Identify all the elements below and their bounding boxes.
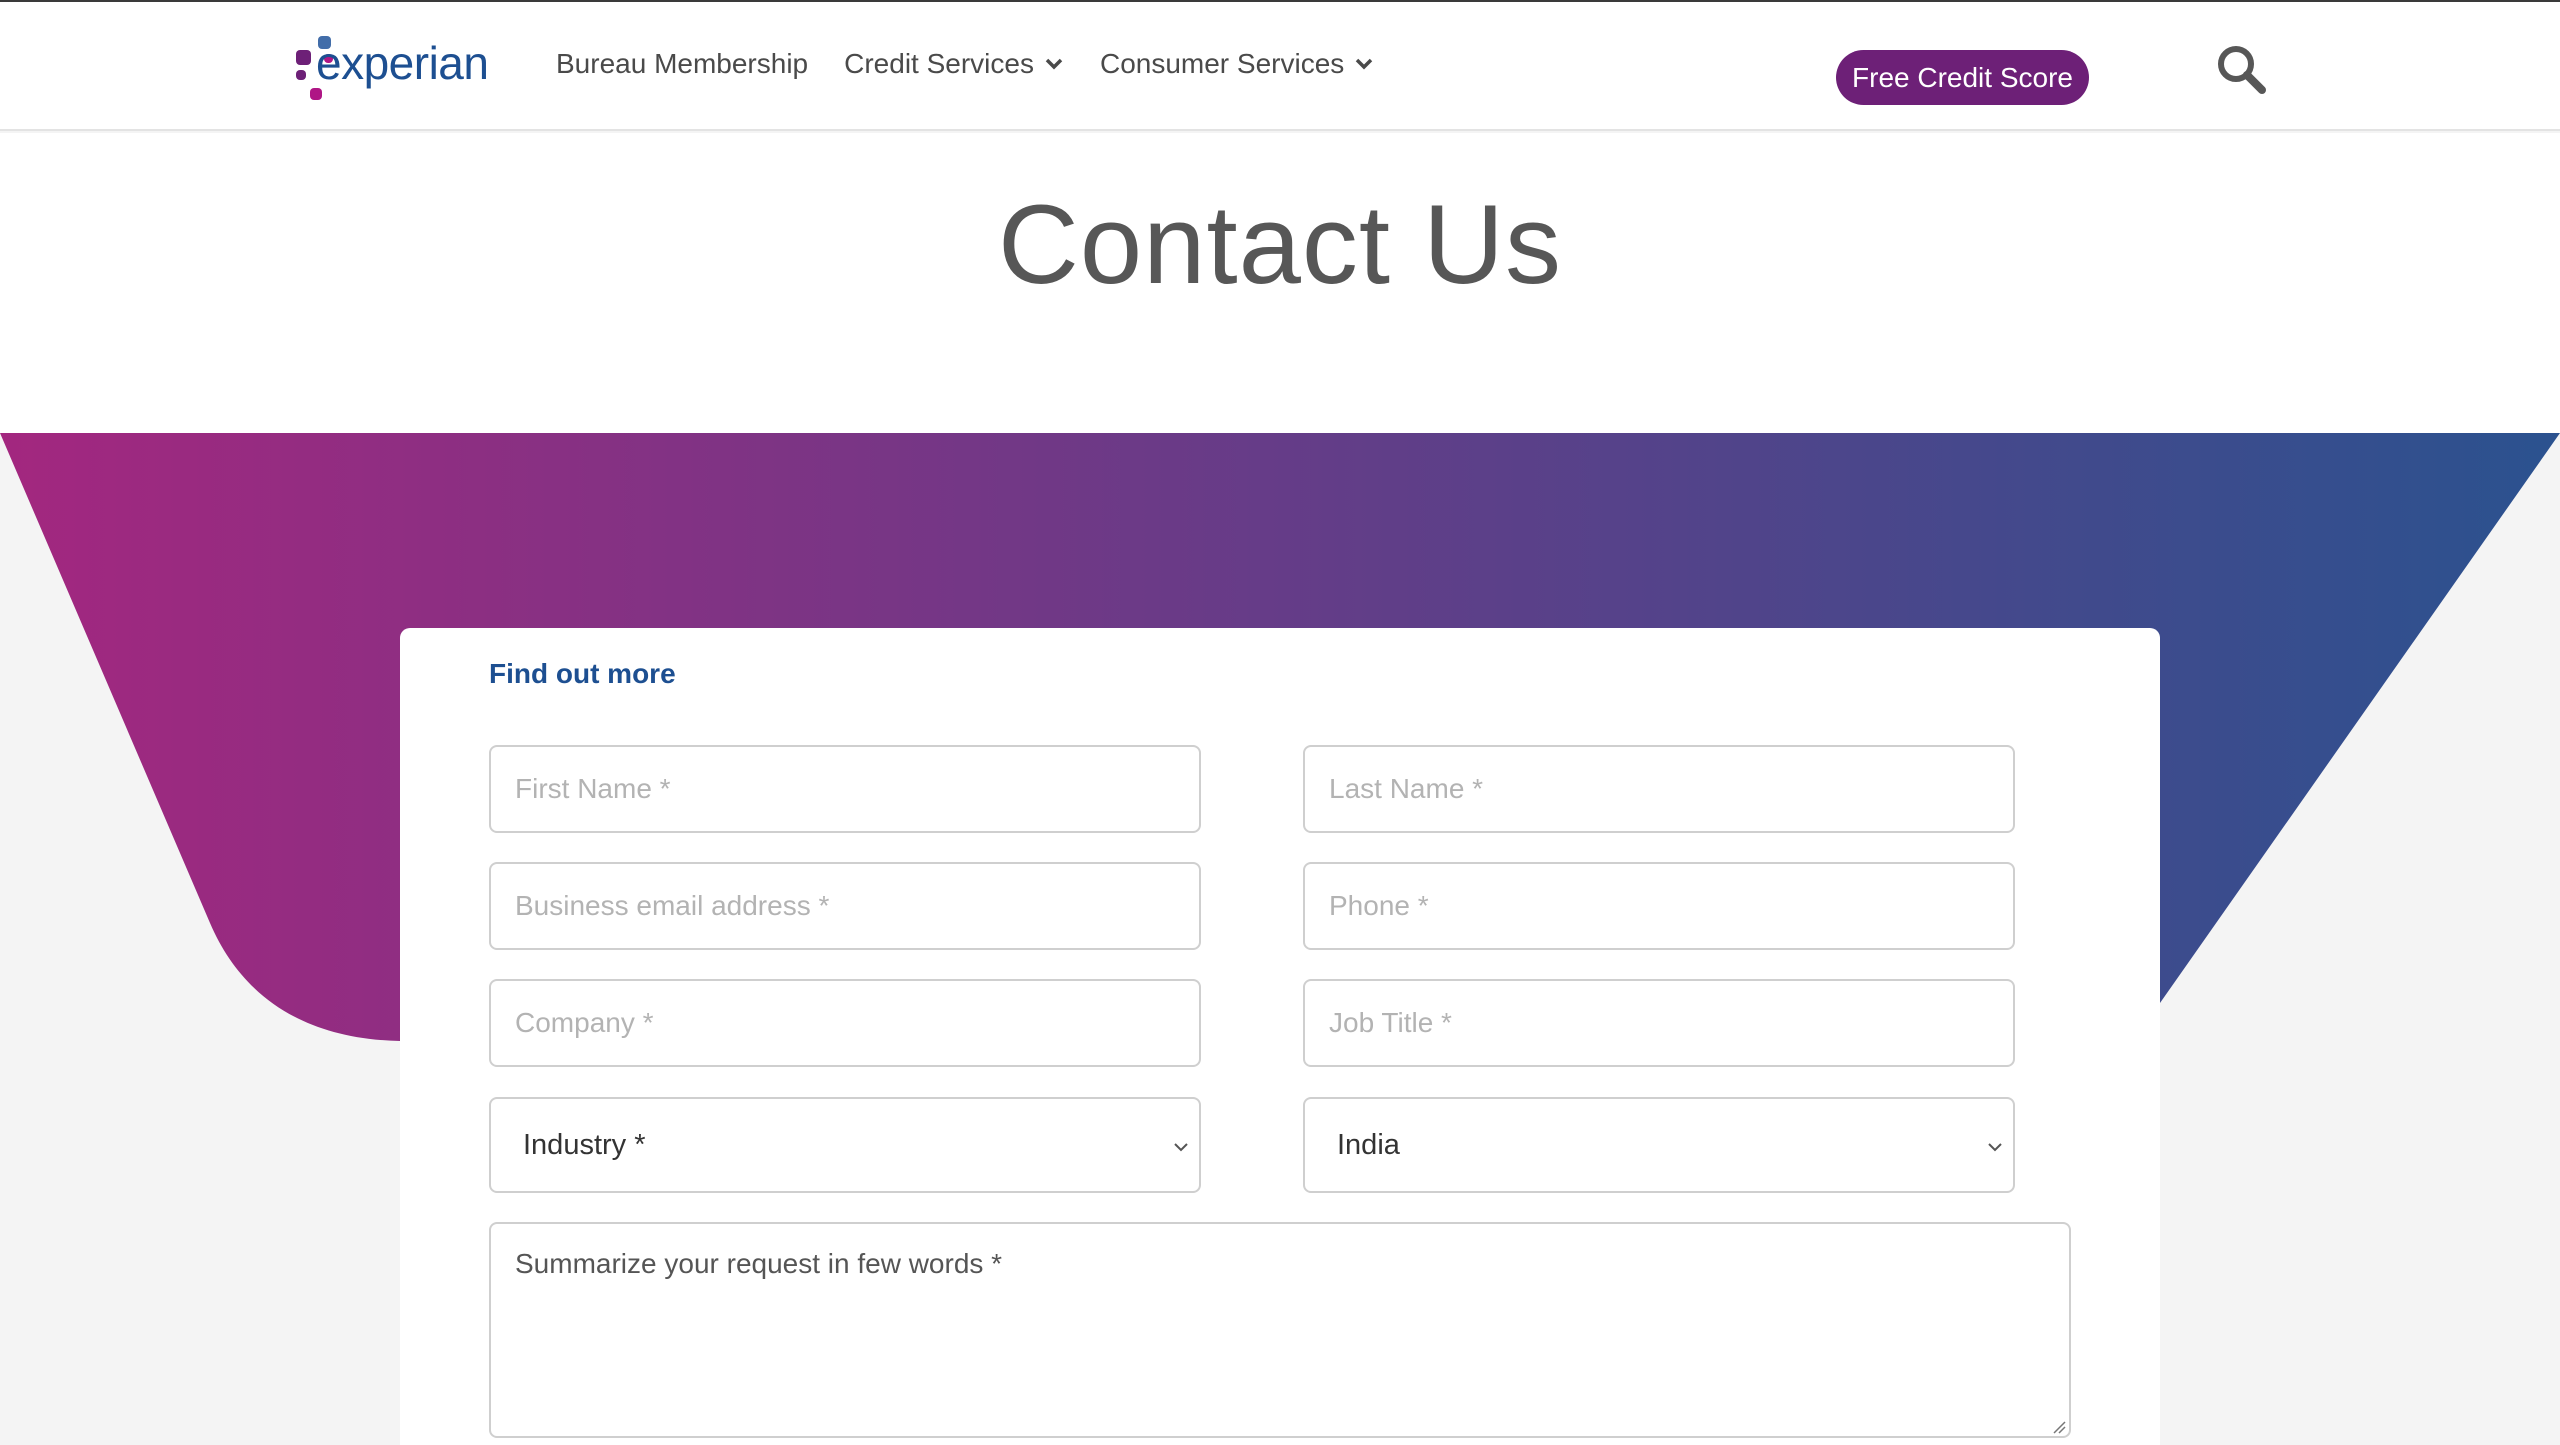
job-title-input[interactable] (1303, 979, 2015, 1067)
nav-item-consumer-services[interactable]: Consumer Services (1100, 48, 1374, 80)
site-header: experian Bureau Membership Credit Servic… (0, 0, 2560, 131)
nav-item-bureau-membership[interactable]: Bureau Membership (556, 48, 808, 80)
first-name-input[interactable] (489, 745, 1201, 833)
nav-item-label: Credit Services (844, 48, 1034, 79)
chevron-down-icon (1045, 58, 1063, 70)
resize-handle-icon[interactable] (2050, 1418, 2066, 1434)
chevron-down-icon (1356, 58, 1373, 70)
experian-logo[interactable]: experian (292, 32, 502, 104)
form-heading: Find out more (489, 658, 676, 689)
last-name-input[interactable] (1303, 745, 2015, 833)
phone-input[interactable] (1303, 862, 2015, 950)
page: experian Bureau Membership Credit Servic… (0, 0, 2560, 1445)
industry-select-value: Industry * (523, 1129, 646, 1161)
industry-select[interactable]: Industry * (489, 1097, 1201, 1193)
search-icon[interactable] (2214, 42, 2268, 96)
country-select-value: India (1337, 1129, 1400, 1161)
company-input[interactable] (489, 979, 1201, 1067)
chevron-down-icon (1988, 1143, 2002, 1152)
nav-item-credit-services[interactable]: Credit Services (844, 48, 1064, 80)
main-nav: Bureau Membership Credit Services Consum… (556, 48, 1410, 80)
business-email-input[interactable] (489, 862, 1201, 950)
page-title: Contact Us (998, 182, 1562, 307)
logo-wordmark: experian (316, 37, 489, 89)
chevron-down-icon (1174, 1143, 1188, 1152)
request-summary-textarea[interactable] (489, 1222, 2071, 1438)
nav-item-label: Consumer Services (1099, 48, 1345, 79)
free-credit-score-button[interactable]: Free Credit Score (1836, 50, 2089, 105)
country-select[interactable]: India (1303, 1097, 2015, 1193)
nav-item-label: Bureau Membership (556, 48, 809, 79)
contact-form-card: Find out more Industry * India (400, 628, 2160, 1445)
